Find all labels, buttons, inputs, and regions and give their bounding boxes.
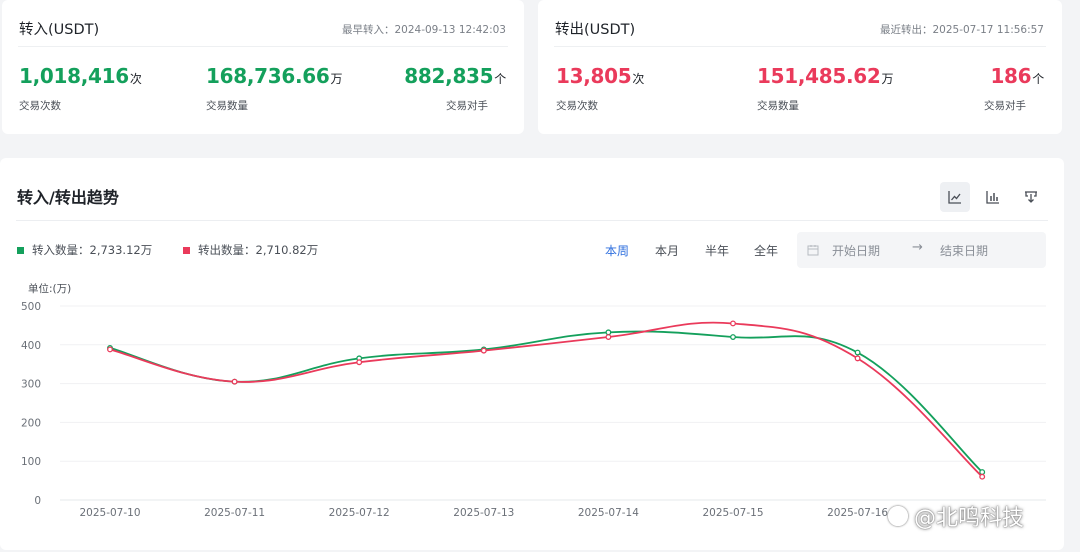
data-point (107, 346, 113, 353)
data-point (231, 378, 238, 385)
x-tick-label: 2025-07-12 (329, 507, 390, 519)
y-tick-label: 100 (21, 456, 41, 468)
watermark-text: @北鸣科技 (914, 506, 1025, 531)
x-tick-label: 2025-07-14 (578, 507, 639, 519)
series-line-out (109, 321, 983, 478)
data-point (854, 349, 861, 356)
x-tick-label: 2025-07-13 (453, 507, 514, 519)
trend-line-chart: 单位:(万) 0 100 200 300 400 500 2025-07-10 2025-07-… (21, 282, 1046, 519)
x-tick-label: 2025-07-15 (702, 507, 763, 519)
data-point (730, 334, 736, 340)
watermark: @北鸣科技 (888, 500, 1024, 532)
data-point (854, 355, 861, 362)
y-tick-label: 300 (21, 379, 41, 391)
y-tick-label: 200 (21, 417, 41, 429)
data-point (605, 334, 612, 340)
x-tick-label: 2025-07-10 (79, 507, 140, 519)
y-tick-label: 400 (21, 340, 41, 352)
data-point (480, 347, 487, 354)
data-point (979, 473, 986, 480)
y-tick-label: 500 (21, 301, 41, 313)
data-point (979, 469, 986, 476)
x-tick-label: 2025-07-11 (204, 507, 265, 519)
watermark-logo-icon (888, 506, 908, 526)
data-point (356, 359, 363, 366)
data-point (605, 329, 612, 336)
y-unit-label: 单位:(万) (28, 282, 71, 295)
y-tick-label: 0 (34, 495, 41, 507)
data-point (730, 320, 736, 327)
series-line-in (109, 330, 983, 473)
x-tick-label: 2025-07-16 (827, 507, 888, 519)
